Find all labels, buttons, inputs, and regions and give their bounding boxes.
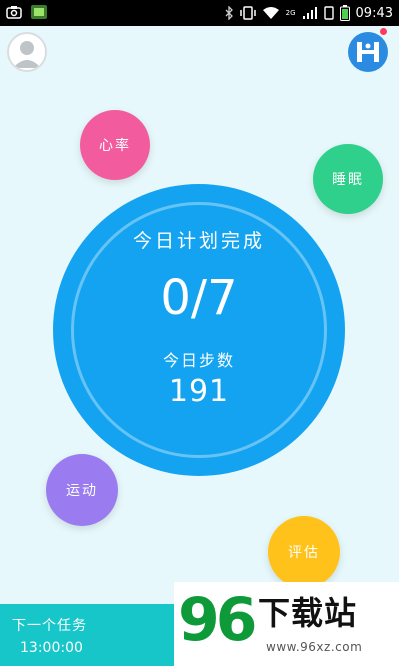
watermark-number: 96 bbox=[178, 585, 257, 655]
next-task-label: 下一个任务 bbox=[12, 618, 87, 634]
screenshot-icon bbox=[6, 5, 22, 19]
app-logo-h-icon bbox=[357, 42, 379, 62]
next-task-time: 13:00:00 bbox=[20, 640, 83, 656]
plan-completion-value: 0/7 bbox=[160, 270, 238, 326]
bluetooth-icon bbox=[224, 6, 234, 20]
network-type-label: 2G bbox=[285, 9, 296, 17]
app-screen: 心率 睡眠 今日计划完成 0/7 今日步数 191 运动 评估 下一个任务 13… bbox=[0, 26, 399, 666]
daily-summary-circle[interactable]: 今日计划完成 0/7 今日步数 191 bbox=[53, 184, 345, 476]
app-logo-button[interactable] bbox=[348, 32, 388, 72]
sport-button[interactable]: 运动 bbox=[46, 454, 118, 526]
evaluate-button[interactable]: 评估 bbox=[268, 516, 340, 588]
watermark-text: 下载站 bbox=[258, 594, 358, 632]
notification-badge bbox=[380, 28, 387, 35]
plan-completion-label: 今日计划完成 bbox=[132, 230, 265, 252]
steps-value: 191 bbox=[168, 374, 230, 409]
user-avatar-button[interactable] bbox=[7, 32, 47, 72]
battery-icon bbox=[339, 5, 350, 21]
sleep-button[interactable]: 睡眠 bbox=[313, 144, 383, 214]
user-avatar-icon bbox=[13, 41, 41, 68]
watermark-url: www.96xz.com bbox=[266, 640, 363, 654]
steps-label: 今日步数 bbox=[162, 351, 235, 370]
heart-rate-button[interactable]: 心率 bbox=[80, 110, 150, 180]
site-watermark: 96 下载站 www.96xz.com bbox=[174, 582, 399, 666]
wifi-icon bbox=[262, 6, 280, 20]
signal-icon bbox=[302, 6, 318, 20]
status-time: 09:43 bbox=[355, 5, 393, 21]
app-notification-icon bbox=[30, 4, 48, 20]
vibrate-icon bbox=[239, 6, 256, 20]
status-bar: 2G 09:43 bbox=[0, 0, 399, 26]
next-task-panel[interactable]: 下一个任务 13:00:00 bbox=[0, 604, 178, 666]
sim-icon bbox=[323, 6, 334, 20]
